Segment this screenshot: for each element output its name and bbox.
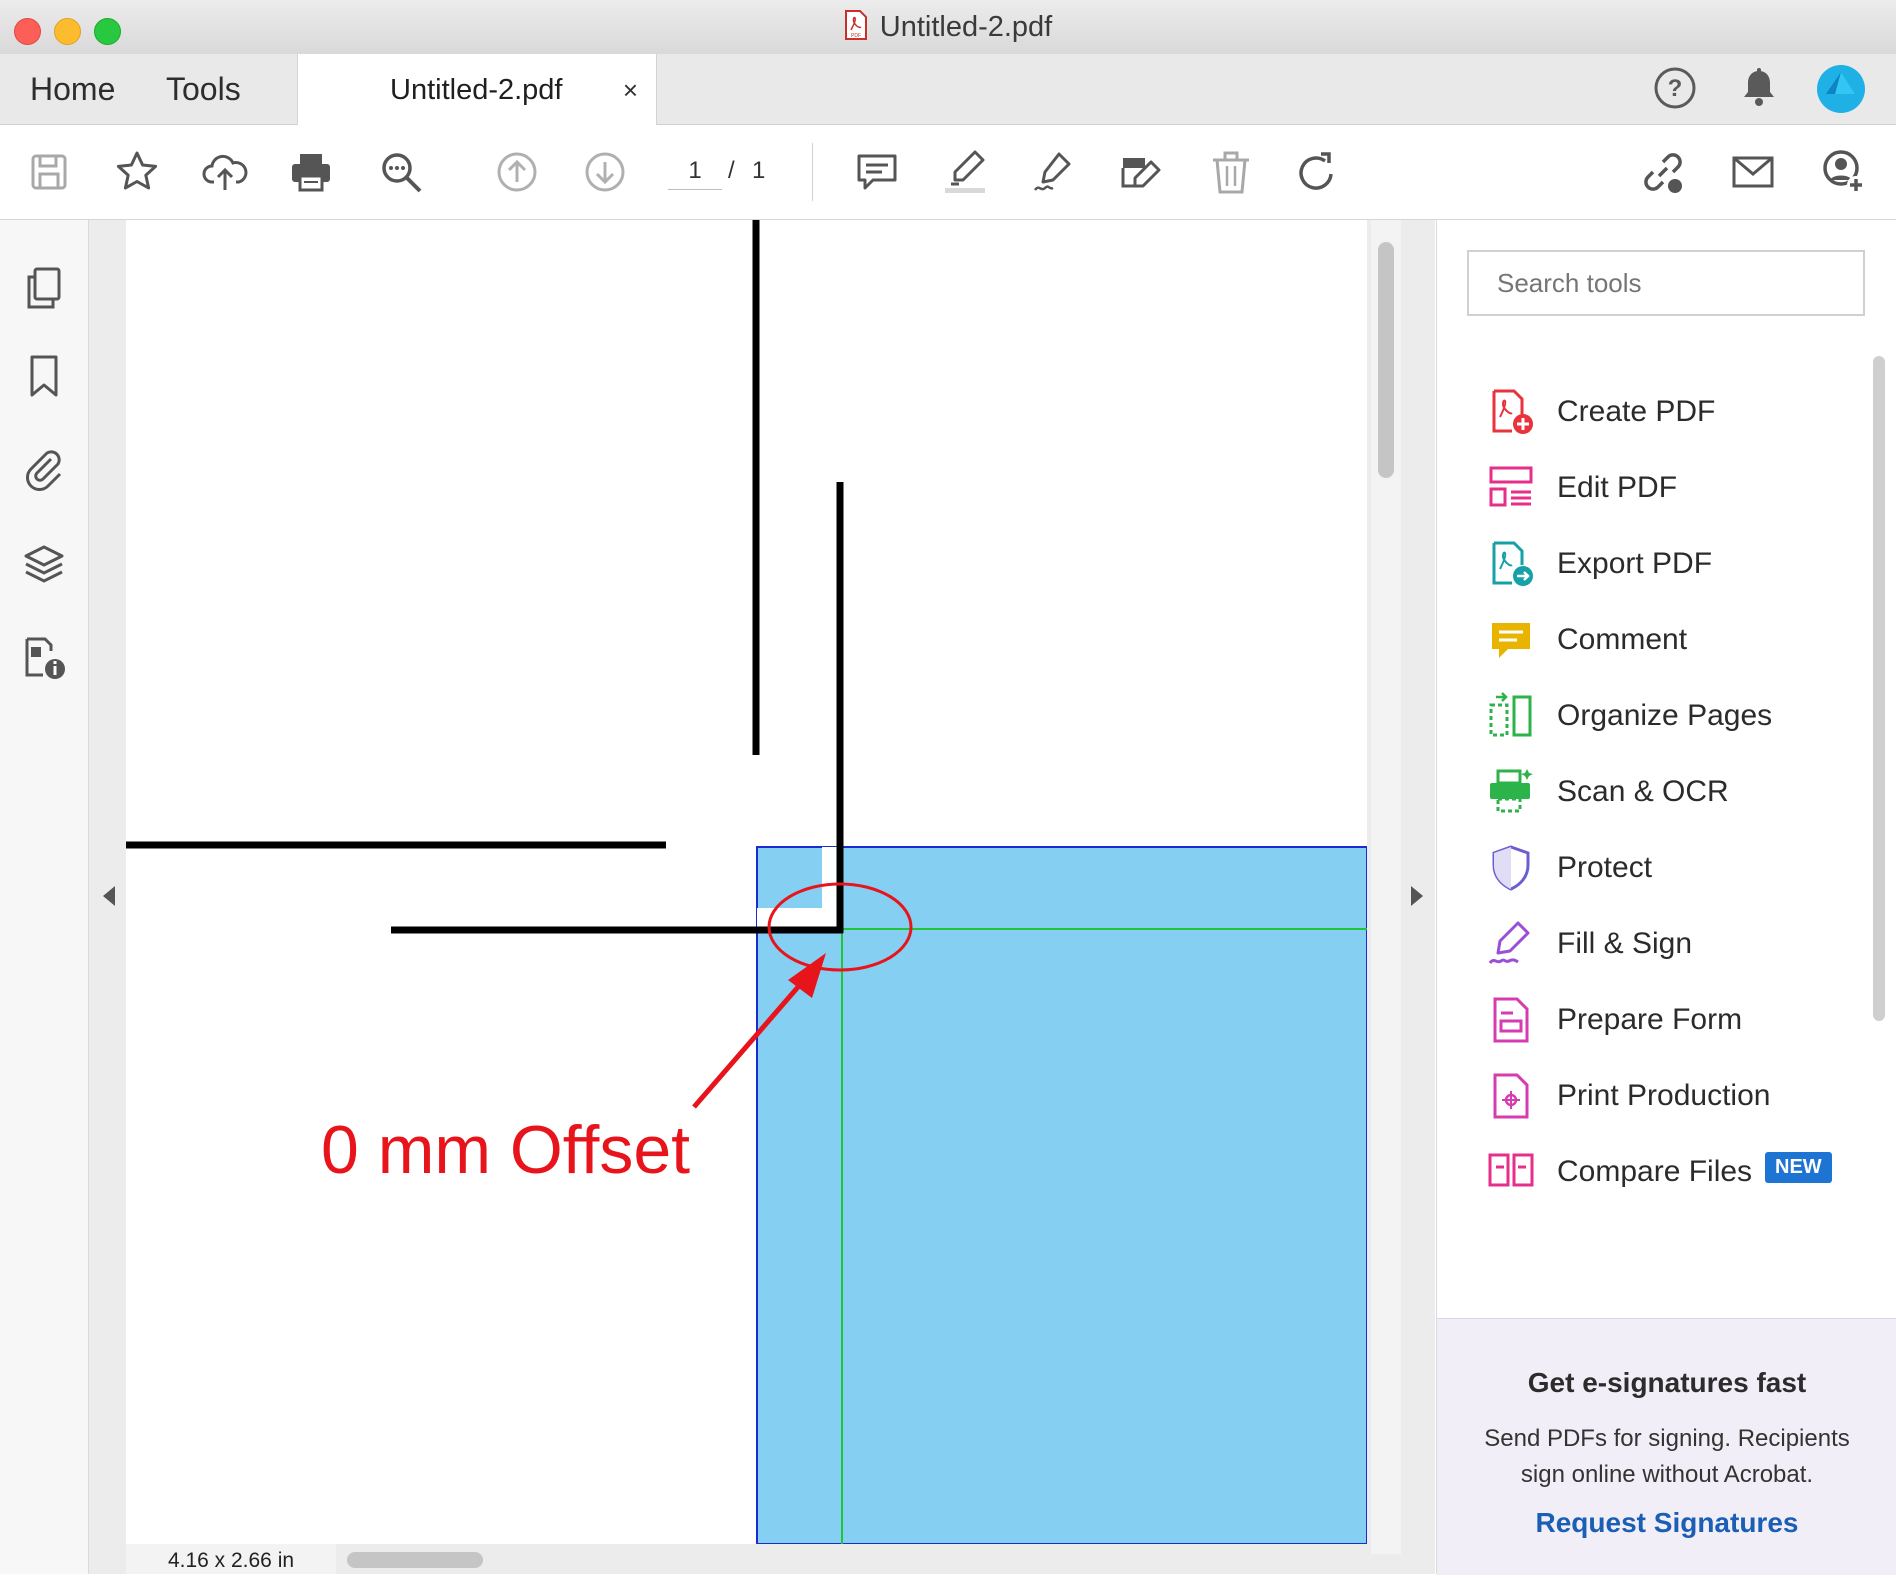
document-tab-label: Untitled-2.pdf [390,74,563,106]
document-canvas: 0 mm Offset 4.16 x 2.66 in [89,220,1435,1574]
tool-prepare-form[interactable]: Prepare Form [1483,990,1857,1050]
tab-bar: Home Tools Untitled-2.pdf × ? [0,54,1896,125]
share-link-icon[interactable] [1636,145,1690,199]
tool-comment[interactable]: Comment [1483,610,1857,670]
bookmarks-icon[interactable] [20,350,68,402]
tool-label: Prepare Form [1557,1003,1743,1036]
draw-pen-icon[interactable] [1026,145,1080,199]
tool-label: Protect [1557,851,1653,884]
tool-label: Fill & Sign [1557,927,1693,960]
delete-trash-icon[interactable] [1204,145,1258,199]
pdf-page[interactable]: 0 mm Offset [126,220,1367,1544]
tool-label: Scan & OCR [1557,775,1729,808]
toolbar-divider [812,143,813,201]
attachments-icon[interactable] [20,442,68,494]
tool-label: Create PDF [1557,395,1716,428]
previous-page-icon[interactable] [490,145,544,199]
close-tab-button[interactable]: × [623,54,638,126]
tab-tools[interactable]: Tools [166,54,241,124]
scan-ocr-icon [1483,764,1539,820]
print-production-icon [1483,1068,1539,1124]
tool-label: Export PDF [1557,547,1713,580]
tools-pane: Create PDF Edit PDF Export PDF Comment O… [1436,220,1896,1575]
left-navigation-pane [0,220,89,1574]
page-total: 1 [752,157,766,184]
tab-home[interactable]: Home [30,54,115,124]
next-page-icon[interactable] [578,145,632,199]
bookmark-star-icon[interactable] [110,145,164,199]
document-properties-icon[interactable] [20,632,68,684]
upload-cloud-icon[interactable] [198,145,252,199]
tools-list: Create PDF Edit PDF Export PDF Comment O… [1437,330,1857,1318]
rotate-icon[interactable] [1290,145,1344,199]
bleed-area [756,846,1367,1544]
save-icon[interactable] [22,145,76,199]
tool-edit-pdf[interactable]: Edit PDF [1483,458,1857,518]
page-size-indicator: 4.16 x 2.66 in [126,1544,336,1574]
tool-label: Print Production [1557,1079,1771,1112]
pdf-file-icon: PDF [844,9,868,45]
page-separator: / [728,157,735,184]
comment-icon [1483,612,1539,668]
edit-text-icon[interactable] [1114,145,1168,199]
add-user-icon[interactable] [1816,145,1870,199]
horizontal-scroll-thumb[interactable] [347,1552,483,1568]
zoom-search-icon[interactable] [374,145,428,199]
request-signatures-link[interactable]: Request Signatures [1437,1507,1896,1539]
tool-print-production[interactable]: Print Production [1483,1066,1857,1126]
new-badge: NEW [1765,1152,1832,1183]
svg-text:?: ? [1668,75,1683,102]
tool-create-pdf[interactable]: Create PDF [1483,382,1857,442]
print-icon[interactable] [284,145,338,199]
annotation-label: 0 mm Offset [321,1112,690,1188]
tool-label: Comment [1557,623,1688,656]
window-title-group: PDF Untitled-2.pdf [0,0,1896,54]
tools-scrollbar[interactable] [1873,356,1885,1021]
promo-title: Get e-signatures fast [1527,1367,1807,1398]
tool-organize-pages[interactable]: Organize Pages [1483,686,1857,746]
promo-body: Send PDFs for signing. Recipients sign o… [1484,1425,1850,1488]
esignature-promo: Get e-signatures fast Send PDFs for sign… [1437,1318,1896,1575]
tool-label: Compare Files [1557,1155,1753,1188]
compare-files-icon [1483,1144,1539,1200]
collapse-left-pane-icon[interactable] [103,886,115,906]
title-bar: PDF Untitled-2.pdf [0,0,1896,55]
vertical-scroll-thumb[interactable] [1378,242,1394,478]
export-pdf-icon [1483,536,1539,592]
organize-pages-icon [1483,688,1539,744]
page-number-input[interactable]: 1 [668,153,722,190]
help-icon[interactable]: ? [1652,65,1698,116]
protect-icon [1483,840,1539,896]
tool-fill-sign[interactable]: Fill & Sign [1483,914,1857,974]
prepare-form-icon [1483,992,1539,1048]
toolbar: 1 / 1 [0,125,1896,220]
tool-scan-ocr[interactable]: Scan & OCR [1483,762,1857,822]
tool-label: Edit PDF [1557,471,1678,504]
tool-export-pdf[interactable]: Export PDF [1483,534,1857,594]
notifications-bell-icon[interactable] [1736,65,1782,116]
page-content: 0 mm Offset [126,220,1367,1544]
email-icon[interactable] [1726,145,1780,199]
search-tools-input[interactable] [1467,250,1865,316]
tool-label: Organize Pages [1557,699,1773,732]
svg-text:PDF: PDF [851,33,861,39]
highlight-icon[interactable] [938,145,992,199]
tab-document[interactable]: Untitled-2.pdf × [297,54,657,125]
page-thumbnails-icon[interactable] [20,262,68,314]
create-pdf-icon [1483,384,1539,440]
edit-pdf-icon [1483,460,1539,516]
window-title: Untitled-2.pdf [879,10,1053,43]
account-avatar[interactable] [1816,64,1866,119]
layers-icon[interactable] [20,538,68,590]
tool-protect[interactable]: Protect [1483,838,1857,898]
fill-sign-icon [1483,916,1539,972]
expand-right-pane-icon[interactable] [1411,886,1423,906]
add-comment-icon[interactable] [850,145,904,199]
